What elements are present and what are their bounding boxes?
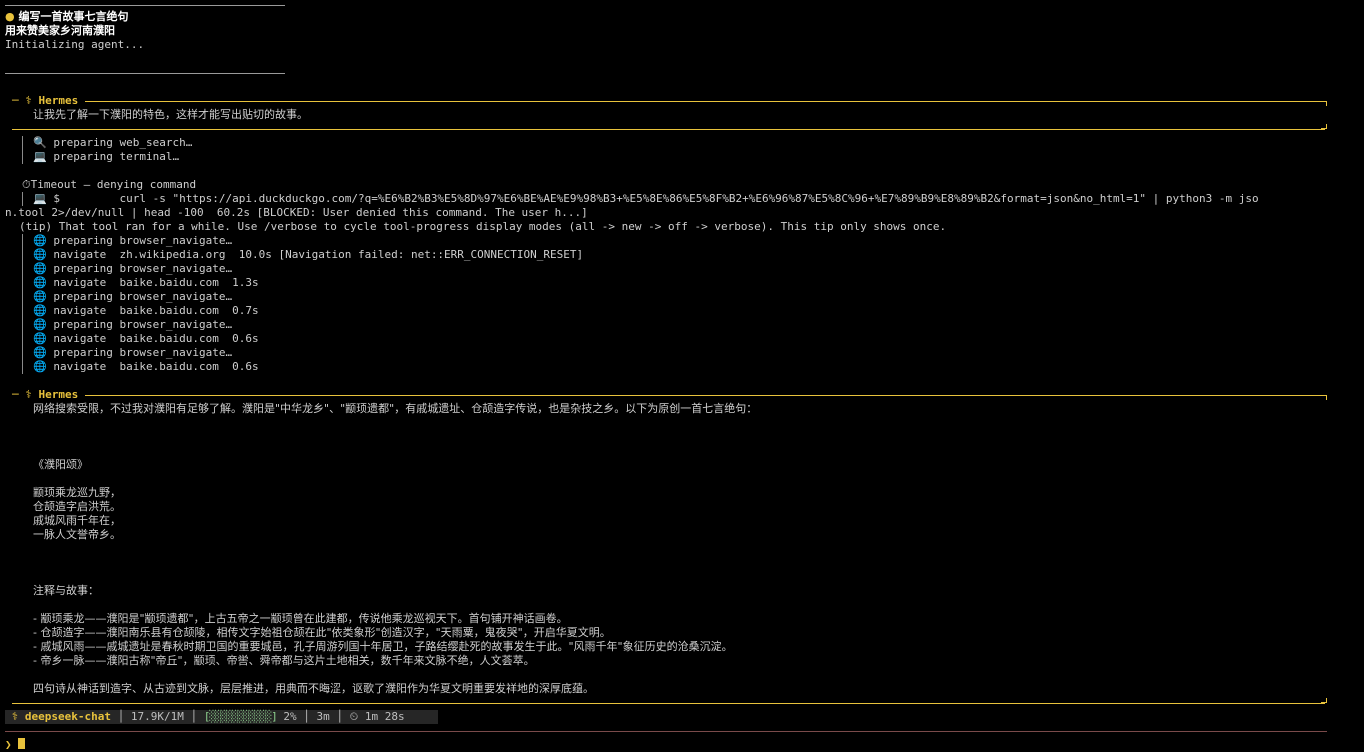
note-item: - 颛顼乘龙——濮阳是"颛顼遗都"，上古五帝之一颛顼曾在此建都，传说他乘龙巡视天… (33, 612, 568, 625)
rule-corner (1321, 395, 1327, 400)
note-item: - 戚城风雨——戚城遗址是春秋时期卫国的重要城邑，孔子周游列国十年居卫，子路结缨… (33, 640, 733, 653)
init-status: Initializing agent... (5, 38, 145, 51)
input-line[interactable]: ❯ (5, 738, 26, 752)
timeout-text: Timeout — denying command (30, 178, 197, 191)
note-item: - 仓颉造字——濮阳南乐县有仓颉陵，相传文字始祖仓颉在此"依类象形"创造汉字，"… (33, 626, 611, 639)
globe-icon: 🌐 (33, 346, 47, 359)
hermes-header-rule-2 (85, 395, 1325, 396)
separator: │ (336, 710, 344, 723)
poem-line: 戚城风雨千年在， (33, 514, 121, 527)
tool-text: navigate baike.baidu.com 0.6s (53, 332, 259, 345)
poem-title: 《濮阳颂》 (33, 458, 88, 471)
timer-icon: ⏱ (22, 178, 31, 191)
model-name: deepseek-chat (24, 710, 111, 723)
separator: │ (117, 710, 125, 723)
globe-icon: 🌐 (33, 248, 47, 261)
globe-icon: 🌐 (33, 318, 47, 331)
context-progress-bar: [░░░░░░░░░░░] (203, 710, 278, 723)
terminal-icon: 💻 (33, 150, 47, 163)
tool-line: 🌐 navigate baike.baidu.com 0.6s (33, 360, 259, 374)
tool-text: navigate zh.wikipedia.org 10.0s [Navigat… (53, 248, 584, 261)
user-prompt-line2: 用来赞美家乡河南濮阳 (5, 24, 115, 37)
rule-corner (1321, 101, 1327, 106)
hermes-header-2: ─ ⚕ Hermes (12, 388, 78, 402)
poem-line: 仓颉造字启洪荒。 (33, 500, 121, 513)
tool-line: 🌐 navigate baike.baidu.com 0.6s (33, 332, 259, 346)
terminal-icon: 💻 (33, 192, 47, 205)
prompt-bottom-rule (5, 73, 285, 74)
prompt-text-1: 编写一首故事七言绝句 (18, 10, 129, 23)
note-item: - 帝乡一脉——濮阳古称"帝丘"，颛顼、帝喾、舜帝都与这片土地相关，数千年来文脉… (33, 654, 535, 667)
tool-text: preparing web_search… (53, 136, 193, 149)
prompt-bullet: ● (5, 10, 15, 23)
answer-intro: 网络搜索受限，不过我对濮阳有足够了解。濮阳是"中华龙乡"、"颛顼遗都"，有戚城遗… (33, 402, 758, 415)
poem-line: 颛顼乘龙巡九野， (33, 486, 121, 499)
context-percent: 2% (283, 710, 297, 723)
hermes-name: Hermes (38, 388, 79, 401)
tool-text: preparing terminal… (53, 150, 180, 163)
tool-line: 🌐 navigate zh.wikipedia.org 10.0s [Navig… (33, 248, 583, 262)
prompt-symbol: ❯ (5, 738, 12, 751)
globe-icon: 🌐 (33, 360, 47, 373)
globe-icon: 🌐 (33, 234, 47, 247)
search-icon: 🔍 (33, 136, 47, 149)
notes-title: 注释与故事： (33, 584, 99, 597)
tool-gutter (22, 136, 23, 164)
tool-text: navigate baike.baidu.com 1.3s (53, 276, 259, 289)
tool-line: 🌐 preparing browser_navigate… (33, 234, 232, 248)
tool-line: 🔍 preparing web_search… (33, 136, 192, 150)
hermes-message-1: 让我先了解一下濮阳的特色，这样才能写出贴切的故事。 (33, 108, 308, 121)
status-bar: ⚕ deepseek-chat │ 17.9K/1M │ [░░░░░░░░░░… (5, 710, 438, 724)
hermes-footer-rule-2 (12, 703, 1325, 704)
hermes-icon: ─ ⚕ (12, 94, 32, 107)
blocked-command-line1: 💻 $ curl -s "https://api.duckduckgo.com/… (33, 192, 1259, 206)
globe-icon: 🌐 (33, 262, 47, 275)
tool-text: preparing browser_navigate… (53, 262, 233, 275)
token-count: 17.9K/1M (130, 710, 184, 723)
timeout-line: ⏱Timeout — denying command (22, 178, 196, 192)
hermes-icon: ⚕ (11, 710, 19, 723)
tool-line: 🌐 navigate baike.baidu.com 0.7s (33, 304, 259, 318)
tool-text: navigate baike.baidu.com 0.7s (53, 304, 259, 317)
timer-icon: ⏲ (349, 710, 359, 723)
tool-line: 🌐 preparing browser_navigate… (33, 318, 232, 332)
tool-text: preparing browser_navigate… (53, 346, 233, 359)
tool-line: 💻 preparing terminal… (33, 150, 179, 164)
tool-text: preparing browser_navigate… (53, 290, 233, 303)
tip-line: (tip) That tool ran for a while. Use /ve… (19, 220, 947, 233)
tool-line: 🌐 navigate baike.baidu.com 1.3s (33, 276, 259, 290)
turn-timer: 1m 28s (364, 710, 405, 723)
globe-icon: 🌐 (33, 332, 47, 345)
globe-icon: 🌐 (33, 276, 47, 289)
globe-icon: 🌐 (33, 304, 47, 317)
tool-text: preparing browser_navigate… (53, 318, 233, 331)
tool-gutter (22, 234, 23, 374)
blocked-command-line2: n.tool 2>/dev/null | head -100 60.2s [BL… (5, 206, 588, 219)
hermes-header-rule-1 (85, 101, 1325, 102)
answer-conclusion: 四句诗从神话到造字、从古迹到文脉，层层推进，用典而不晦涩，讴歌了濮阳作为华夏文明… (33, 682, 594, 695)
session-elapsed: 3m (316, 710, 330, 723)
rule-corner (1321, 124, 1327, 129)
tool-line: 🌐 preparing browser_navigate… (33, 262, 232, 276)
user-prompt-line1: ● 编写一首故事七言绝句 (5, 10, 128, 24)
text-cursor (18, 738, 26, 749)
separator: │ (190, 710, 198, 723)
hermes-icon: ─ ⚕ (12, 388, 32, 401)
command-text: $ curl -s "https://api.duckduckgo.com/?q… (53, 192, 1259, 205)
tool-gutter (22, 192, 23, 206)
tool-text: navigate baike.baidu.com 0.6s (53, 360, 259, 373)
tool-line: 🌐 preparing browser_navigate… (33, 346, 232, 360)
globe-icon: 🌐 (33, 290, 47, 303)
tool-line: 🌐 preparing browser_navigate… (33, 290, 232, 304)
hermes-header-1: ─ ⚕ Hermes (12, 94, 78, 108)
hermes-footer-rule-1 (12, 129, 1325, 130)
rule-corner (1321, 698, 1327, 703)
top-rule (5, 5, 285, 6)
poem-line: 一脉人文誉帝乡。 (33, 528, 121, 541)
tool-text: preparing browser_navigate… (53, 234, 233, 247)
input-top-rule (5, 731, 1327, 732)
hermes-name: Hermes (38, 94, 79, 107)
separator: │ (303, 710, 310, 723)
